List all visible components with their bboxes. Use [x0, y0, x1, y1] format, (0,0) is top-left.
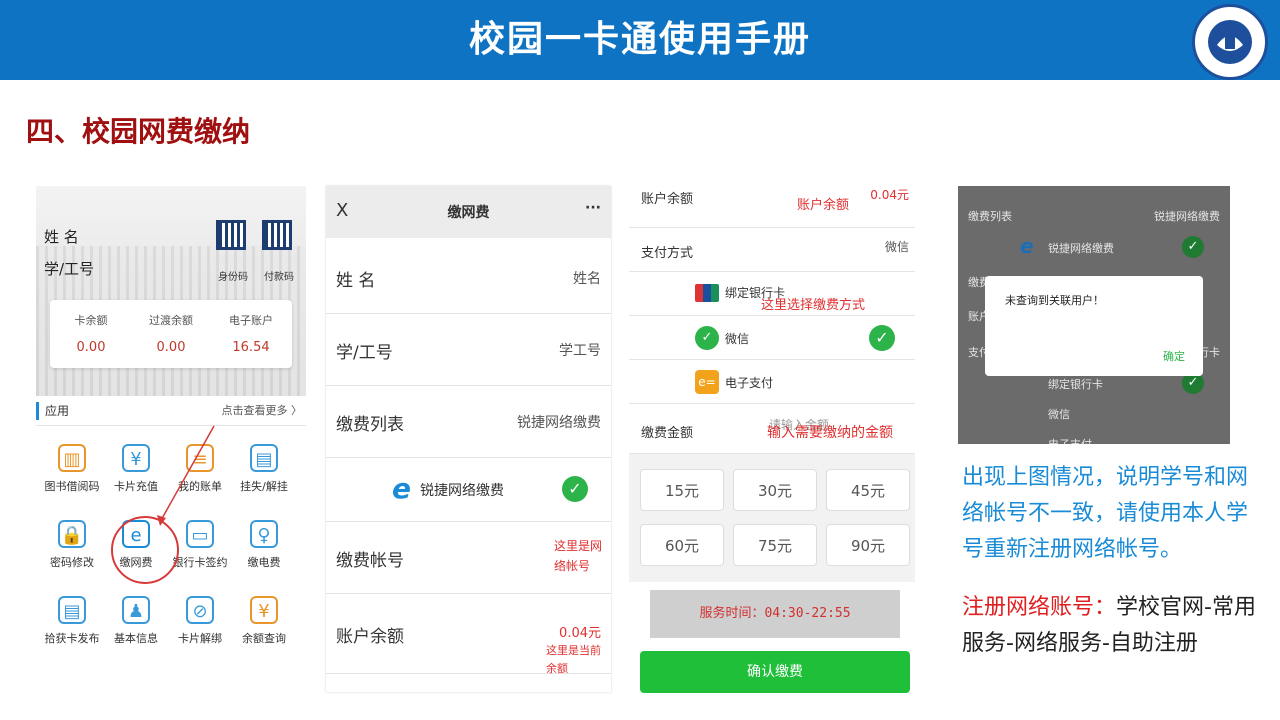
ie-icon: e [392, 472, 411, 505]
amount-row: 缴费金额 请输入金额 输入需要缴纳的金额 [629, 406, 915, 454]
amount-45[interactable]: 45元 [826, 469, 910, 511]
amount-15[interactable]: 15元 [640, 469, 724, 511]
section-title: 四、校园网费缴纳 [26, 115, 251, 148]
account-label: 缴费帐号 [336, 551, 404, 571]
account-row: 缴费帐号 这里是网络帐号 [326, 522, 611, 594]
pointer-arrow [157, 425, 215, 526]
p3-balance-note: 账户余额 [797, 198, 850, 213]
p3-balance-value: 0.04元 [870, 188, 909, 202]
amount-note: 输入需要缴纳的金额 [767, 425, 893, 441]
more-menu-icon[interactable]: ··· [585, 200, 601, 216]
error-dialog-screenshot: 缴费列表 锐捷网络缴费 e 锐捷网络缴费 ✓ 缴费 账户 支付 行卡 绑定银行卡… [958, 186, 1230, 444]
name-row-value[interactable]: 姓名 [573, 268, 601, 288]
p4-check-icon: ✓ [1182, 236, 1204, 258]
fee-list-row[interactable]: 缴费列表 锐捷网络缴费 [326, 386, 611, 458]
amount-75[interactable]: 75元 [733, 524, 817, 566]
student-id-row-value[interactable]: 学工号 [559, 340, 601, 360]
selected-check-icon: ✓ [869, 325, 895, 351]
check-icon: ✓ [562, 476, 588, 502]
amount-60[interactable]: 60元 [640, 524, 724, 566]
balance-note: 这里是当前余额 [546, 644, 601, 675]
payment-screenshot: 账户余额 账户余额 0.04元 支付方式 微信 绑定银行卡 这里选择缴费方式 ✓… [629, 186, 915, 693]
account-note: 这里是网络帐号 [554, 539, 603, 573]
provider-option[interactable]: e 锐捷网络缴费 ✓ [326, 458, 611, 522]
pay-method-label: 支付方式 [641, 246, 694, 261]
registration-info: 注册网络账号：学校官网-常用服务-网络服务-自助注册 [962, 590, 1262, 662]
epay-label: 电子支付 [725, 376, 774, 390]
pay-method-value: 微信 [884, 240, 909, 254]
p4-epay-option: 电子支付 [1048, 436, 1092, 444]
fee-list-label: 缴费列表 [336, 415, 404, 435]
page-title: 校园一卡通使用手册 [468, 19, 811, 60]
explanation-text: 出现上图情况，说明学号和网络帐号不一致，请使用本人学号重新注册网络帐号。 [962, 465, 1249, 562]
nav-title: 缴网费 [447, 205, 490, 221]
p4-list-label: 缴费列表 [968, 210, 1012, 223]
unionpay-icon [695, 284, 719, 302]
university-logo [1192, 4, 1268, 80]
provider-label: 锐捷网络缴费 [420, 483, 504, 499]
dialog-message: 未查询到关联用户！ [1005, 294, 1104, 307]
nav-bar: X 缴网费 ··· [326, 186, 611, 238]
balance-row: 账户余额 0.04元 这里是当前余额 [326, 594, 611, 675]
wechat-label: 微信 [725, 332, 750, 346]
app-home-screenshot: 姓 名 学/工号 身份码 付款码 卡余额 0.00 过渡余额 0.00 电子账户… [36, 186, 306, 666]
service-hours: 服务时间：04:30-22:55 [650, 590, 900, 638]
p4-list-value: 锐捷网络缴费 [1154, 210, 1220, 223]
balance-value: 0.04元 [559, 626, 601, 641]
student-id-row-label: 学/工号 [336, 343, 393, 363]
p4-wechat-option: 微信 [1048, 408, 1070, 421]
pay-method-row: 支付方式 微信 [629, 228, 915, 272]
confirm-pay-button[interactable]: 确认缴费 [640, 651, 910, 693]
alert-dialog: 未查询到关联用户！ 确定 [985, 276, 1203, 376]
wechat-option[interactable]: ✓ 微信 ✓ [629, 316, 915, 360]
amount-90[interactable]: 90元 [826, 524, 910, 566]
wechat-icon: ✓ [695, 326, 719, 350]
amount-30[interactable]: 30元 [733, 469, 817, 511]
fee-list-value: 锐捷网络缴费 [517, 415, 601, 431]
bank-card-option[interactable]: 绑定银行卡 这里选择缴费方式 [629, 272, 915, 316]
dialog-ok-button[interactable]: 确定 [1163, 348, 1185, 364]
registration-label: 注册网络账号： [962, 595, 1117, 620]
p4-ie-icon: e [1020, 234, 1034, 258]
epay-option[interactable]: e= 电子支付 [629, 360, 915, 404]
name-row: 姓 名 姓名 [326, 242, 611, 314]
student-id-row: 学/工号 学工号 [326, 314, 611, 386]
pay-method-note: 这里选择缴费方式 [761, 298, 866, 313]
epay-icon: e= [695, 370, 719, 394]
p3-balance-label: 账户余额 [641, 192, 694, 207]
pay-fee-form-screenshot: X 缴网费 ··· 姓 名 姓名 学/工号 学工号 缴费列表 锐捷网络缴费 e … [326, 186, 611, 692]
balance-label: 账户余额 [336, 627, 404, 647]
amount-label: 缴费金额 [641, 426, 694, 441]
name-row-label: 姓 名 [336, 271, 376, 291]
p4-bank-option: 绑定银行卡 [1048, 378, 1103, 391]
balance-row: 账户余额 账户余额 0.04元 [629, 186, 915, 228]
p4-provider: 锐捷网络缴费 [1048, 242, 1114, 255]
